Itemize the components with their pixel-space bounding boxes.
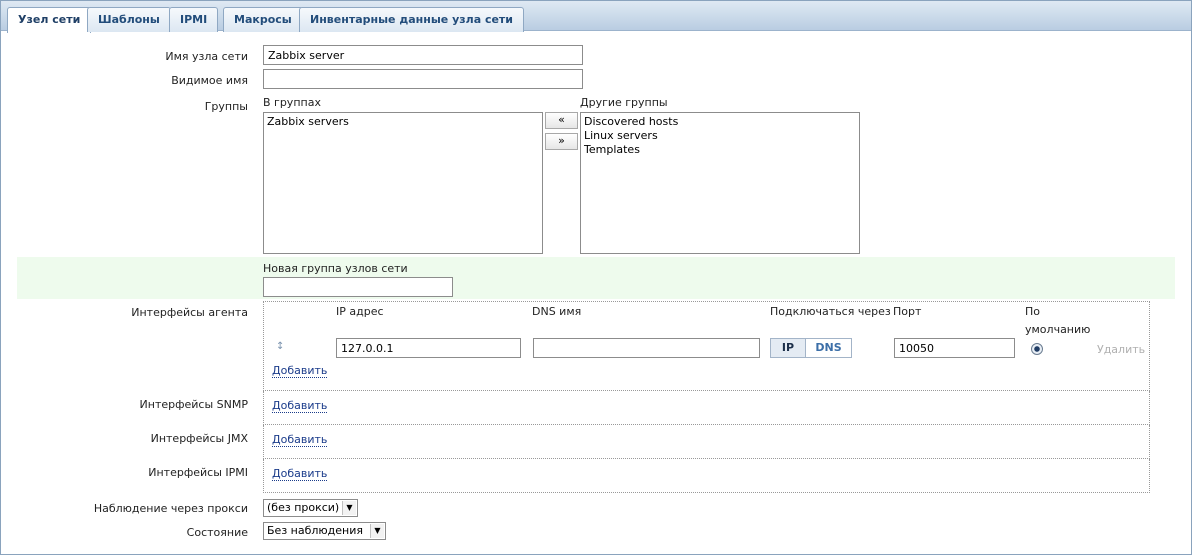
default-interface-radio[interactable]	[1031, 343, 1043, 355]
list-item[interactable]: Linux servers	[584, 129, 856, 143]
new-group-label: Новая группа узлов сети	[263, 262, 408, 275]
new-group-row	[17, 257, 1175, 299]
connect-column-header: Подключаться через	[770, 305, 891, 318]
port-input[interactable]	[894, 338, 1015, 358]
new-group-input[interactable]	[263, 277, 453, 297]
proxy-select[interactable]: (без прокси) ▼	[263, 499, 358, 517]
ip-input[interactable]	[336, 338, 521, 358]
agent-interfaces-label: Интерфейсы агента	[131, 306, 248, 319]
visible-name-input[interactable]	[263, 69, 583, 89]
tab-macros[interactable]: Макросы	[223, 7, 303, 32]
connect-dns-button[interactable]: DNS	[805, 338, 852, 358]
ipmi-interfaces-box	[263, 459, 1150, 493]
drag-handle-icon[interactable]: ↕	[276, 341, 284, 352]
status-select[interactable]: Без наблюдения ▼	[263, 522, 386, 540]
in-groups-caption: В группах	[263, 96, 321, 109]
move-right-button[interactable]: »	[545, 133, 578, 150]
ip-column-header: IP адрес	[336, 305, 384, 318]
snmp-interfaces-box	[263, 391, 1150, 425]
tab-templates[interactable]: Шаблоны	[87, 7, 171, 32]
list-item[interactable]: Discovered hosts	[584, 115, 856, 129]
add-jmx-interface-link[interactable]: Добавить	[272, 434, 328, 447]
snmp-interfaces-label: Интерфейсы SNMP	[139, 398, 248, 411]
groups-label: Группы	[204, 100, 248, 113]
connect-ip-button[interactable]: IP	[770, 338, 806, 358]
list-item[interactable]: Zabbix servers	[267, 115, 539, 129]
tab-host[interactable]: Узел сети	[7, 7, 92, 33]
add-agent-interface-link[interactable]: Добавить	[272, 365, 328, 378]
move-left-button[interactable]: «	[545, 112, 578, 129]
other-groups-caption: Другие группы	[580, 96, 668, 109]
host-name-label: Имя узла сети	[165, 50, 248, 63]
host-name-input[interactable]	[263, 45, 583, 65]
status-label: Состояние	[186, 526, 248, 539]
tab-inventory[interactable]: Инвентарные данные узла сети	[299, 7, 525, 32]
proxy-label: Наблюдение через прокси	[93, 502, 248, 515]
default-column-header-2: умолчанию	[1025, 323, 1091, 336]
jmx-interfaces-box	[263, 425, 1150, 459]
remove-interface-link[interactable]: Удалить	[1097, 343, 1145, 356]
visible-name-label: Видимое имя	[171, 74, 248, 87]
other-groups-list[interactable]: Discovered hosts Linux servers Templates	[580, 112, 860, 254]
jmx-interfaces-label: Интерфейсы JMX	[150, 432, 248, 445]
chevron-down-icon: ▼	[342, 501, 356, 515]
default-column-header: По	[1025, 305, 1041, 318]
proxy-select-value: (без прокси)	[267, 501, 340, 514]
tab-ipmi[interactable]: IPMI	[169, 7, 219, 32]
dns-input[interactable]	[533, 338, 760, 358]
dns-column-header: DNS имя	[532, 305, 582, 318]
add-snmp-interface-link[interactable]: Добавить	[272, 400, 328, 413]
chevron-down-icon: ▼	[370, 524, 384, 538]
tab-bar: Узел сети Шаблоны IPMI Макросы Инвентарн…	[1, 1, 1191, 33]
ipmi-interfaces-label: Интерфейсы IPMI	[148, 466, 248, 479]
host-edit-form: Узел сети Шаблоны IPMI Макросы Инвентарн…	[0, 0, 1192, 555]
in-groups-list[interactable]: Zabbix servers	[263, 112, 543, 254]
add-ipmi-interface-link[interactable]: Добавить	[272, 468, 328, 481]
list-item[interactable]: Templates	[584, 143, 856, 157]
status-select-value: Без наблюдения	[267, 524, 363, 537]
port-column-header: Порт	[893, 305, 922, 318]
